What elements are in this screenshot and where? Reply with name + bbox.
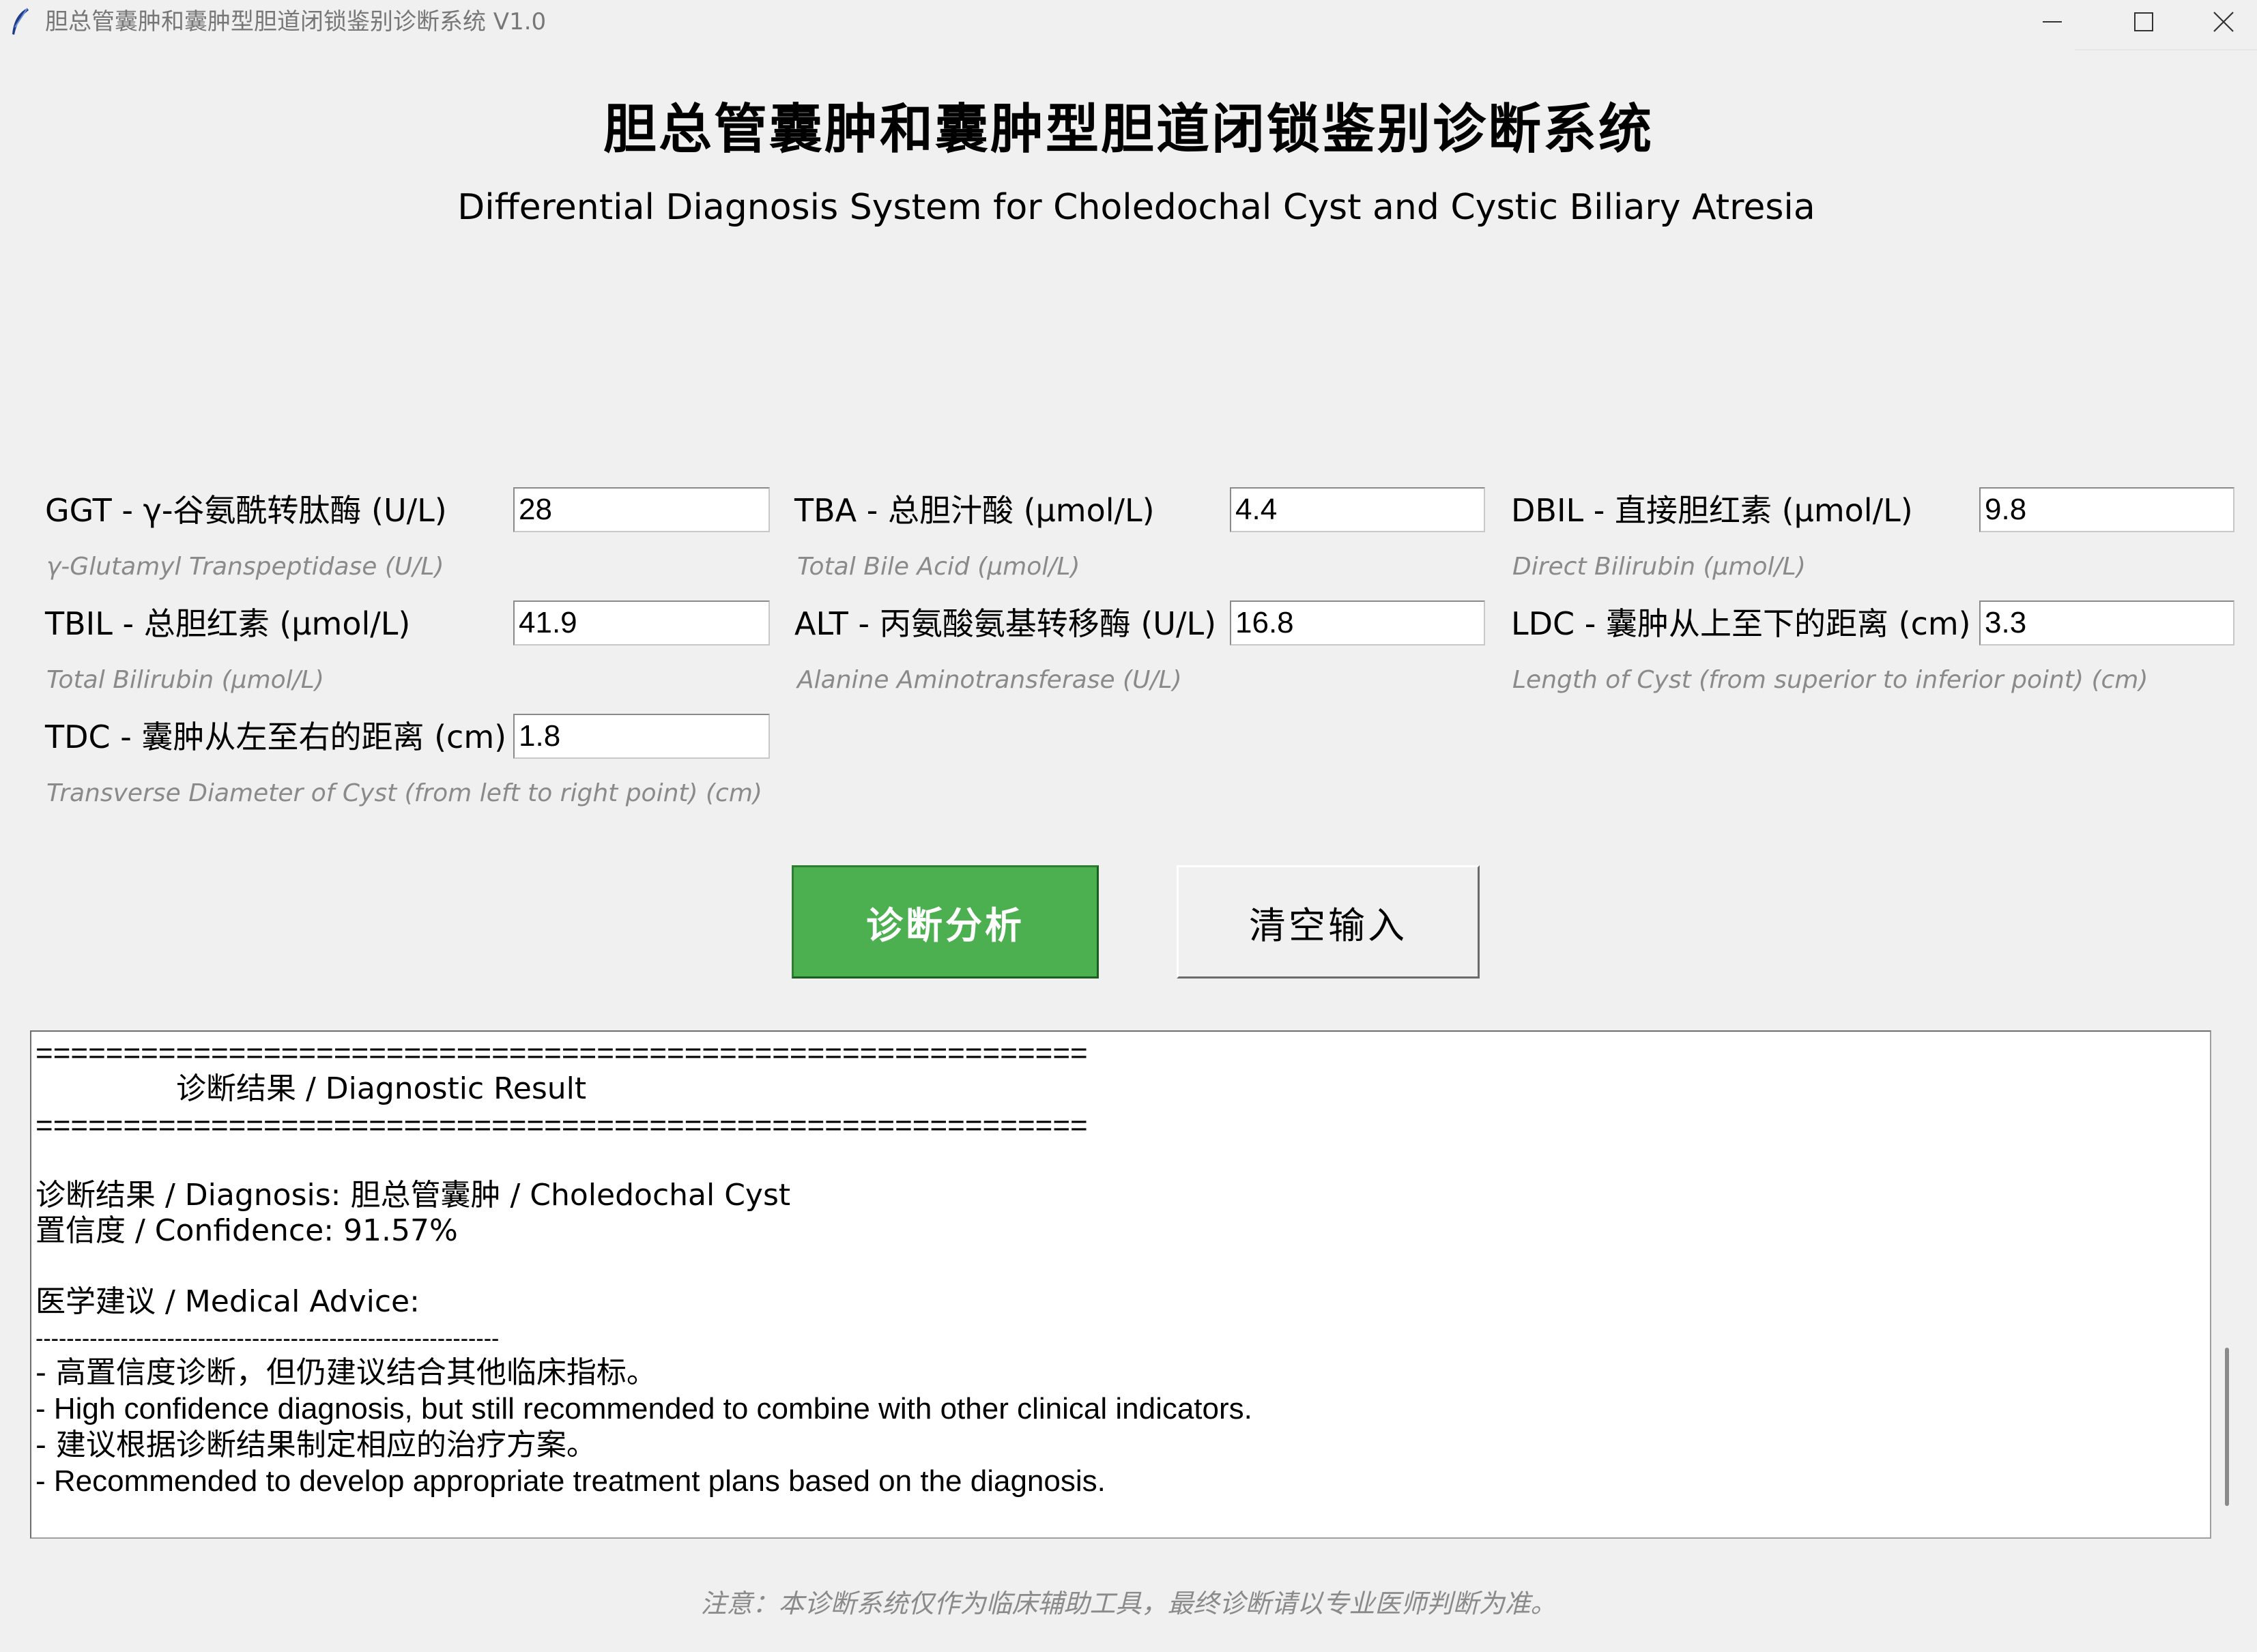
clear-input-button[interactable]: 清空输入 (1177, 865, 1480, 979)
tbil-label: TBIL - 总胆红素 (μmol/L) (45, 605, 411, 642)
confidence-text: 置信度 / Confidence: 91.57% (35, 1213, 458, 1248)
ggt-input[interactable] (513, 487, 770, 532)
minimize-icon (2043, 21, 2062, 23)
page-title: 胆总管囊肿和囊肿型胆道闭锁鉴别诊断系统 (603, 98, 1654, 160)
diagnosis-text: 诊断结果 / Diagnosis: 胆总管囊肿 / Choledochal Cy… (35, 1178, 791, 1213)
ldc-input[interactable] (1979, 600, 2234, 646)
result-heading: 诊断结果 / Diagnostic Result (176, 1071, 587, 1106)
ggt-label: GGT - γ-谷氨酰转肽酶 (U/L) (45, 492, 447, 529)
minimize-button[interactable] (2007, 0, 2098, 44)
advice-separator: ----------------------------------------… (35, 1326, 500, 1352)
tdc-hint: Transverse Diameter of Cyst (from left t… (46, 779, 762, 807)
advice-heading: 医学建议 / Medical Advice: (35, 1284, 420, 1319)
advice-item: - 高置信度诊断，但仍建议结合其他临床指标。 (35, 1355, 657, 1390)
alt-hint: Alanine Aminotransferase (U/L) (797, 666, 1182, 694)
ldc-hint: Length of Cyst (from superior to inferio… (1512, 666, 2148, 694)
tba-hint: Total Bile Acid (μmol/L) (797, 553, 1080, 581)
result-separator-top: ========================================… (35, 1037, 1088, 1070)
disclaimer-note: 注意：本诊断系统仅作为临床辅助工具，最终诊断请以专业医师判断为准。 (700, 1589, 1557, 1619)
ldc-label: LDC - 囊肿从上至下的距离 (cm) (1511, 605, 1971, 642)
tdc-label: TDC - 囊肿从左至右的距离 (cm) (45, 719, 507, 755)
close-icon (2213, 12, 2234, 32)
result-scrollbar[interactable] (2225, 1348, 2229, 1506)
page-subtitle: Differential Diagnosis System for Choled… (457, 187, 1815, 228)
tbil-hint: Total Bilirubin (μmol/L) (46, 666, 324, 694)
dbil-input[interactable] (1979, 487, 2234, 532)
window-title: 胆总管囊肿和囊肿型胆道闭锁鉴别诊断系统 V1.0 (45, 8, 547, 35)
alt-input[interactable] (1230, 600, 1485, 646)
result-separator-bottom: ========================================… (35, 1109, 1088, 1142)
title-bar-divider (2075, 49, 2257, 50)
advice-item: - Recommended to develop appropriate tre… (35, 1464, 1106, 1498)
window-title-bar[interactable]: 胆总管囊肿和囊肿型胆道闭锁鉴别诊断系统 V1.0 (0, 0, 2257, 44)
maximize-button[interactable] (2098, 0, 2189, 44)
dbil-label: DBIL - 直接胆红素 (μmol/L) (1511, 492, 1913, 529)
feather-icon (10, 7, 30, 37)
advice-item: - High confidence diagnosis, but still r… (35, 1392, 1252, 1425)
close-button[interactable] (2189, 0, 2257, 44)
tba-label: TBA - 总胆汁酸 (μmol/L) (794, 492, 1155, 529)
tbil-input[interactable] (513, 600, 770, 646)
ggt-hint: γ-Glutamyl Transpeptidase (U/L) (46, 553, 444, 581)
tdc-input[interactable] (513, 714, 770, 759)
dbil-hint: Direct Bilirubin (μmol/L) (1512, 553, 1806, 581)
result-text-area[interactable]: ========================================… (30, 1030, 2211, 1539)
maximize-icon (2134, 12, 2153, 31)
diagnose-button[interactable]: 诊断分析 (792, 865, 1099, 979)
advice-item: - 建议根据诊断结果制定相应的治疗方案。 (35, 1428, 596, 1462)
tba-input[interactable] (1230, 487, 1485, 532)
alt-label: ALT - 丙氨酸氨基转移酶 (U/L) (794, 605, 1217, 642)
